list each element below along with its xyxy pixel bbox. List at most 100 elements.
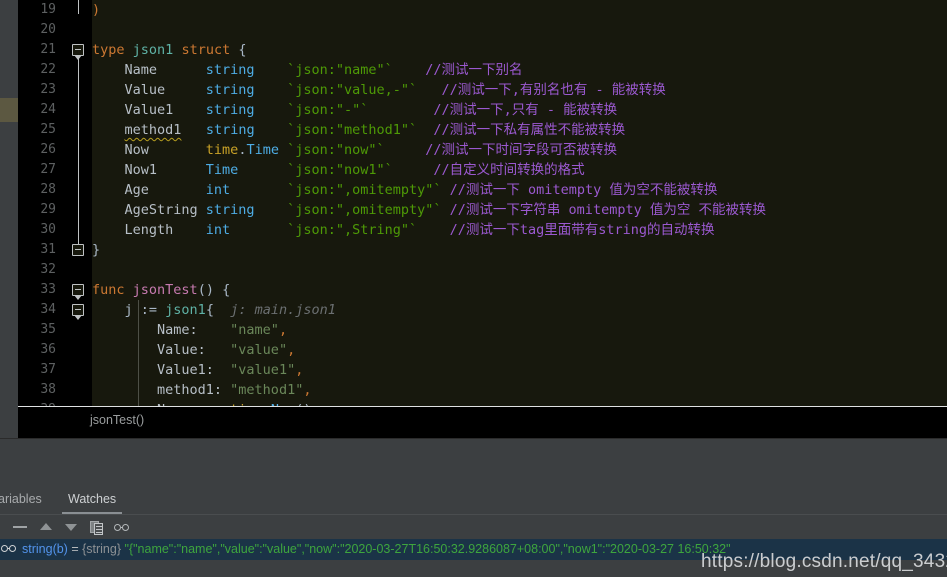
code-line[interactable]: func jsonTest() {	[92, 280, 947, 300]
debugger-tab-strip[interactable]: ariables Watches	[0, 488, 947, 514]
code-token: time	[205, 142, 239, 158]
code-token: string	[205, 202, 255, 218]
watch-name: string(b)	[22, 542, 68, 556]
code-line[interactable]: type json1 struct {	[92, 40, 947, 60]
code-token: Name	[92, 62, 206, 78]
line-number-label: 32	[40, 262, 56, 277]
code-token: "value"	[230, 342, 288, 358]
remove-watch-button[interactable]	[10, 517, 30, 537]
line-number: 28	[18, 180, 64, 200]
code-token: () {	[197, 282, 231, 298]
editor-marker-bar[interactable]	[0, 0, 18, 407]
code-line[interactable]: method1: "method1",	[92, 380, 947, 400]
code-line[interactable]: Now1 Time `json:"now1"` //自定义时间转换的格式	[92, 160, 947, 180]
code-token: json1	[165, 302, 206, 318]
duplicate-watch-button[interactable]	[87, 517, 107, 537]
tab-variables[interactable]: ariables	[0, 488, 48, 514]
code-token: ,	[278, 322, 288, 338]
code-token: struct	[181, 42, 231, 58]
code-token: string	[205, 82, 255, 98]
code-line[interactable]: }	[92, 240, 947, 260]
code-token: //测试一下字符串 omitempty 值为空 不能被转换	[449, 202, 766, 218]
code-token: //测试一下tag里面带有string的自动转换	[449, 222, 715, 238]
line-number-label: 31	[40, 242, 56, 257]
line-number-label: 28	[40, 182, 56, 197]
line-number: 36	[18, 340, 64, 360]
code-token: AgeString	[92, 202, 206, 218]
code-line[interactable]: Name: "name",	[92, 320, 947, 340]
code-line[interactable]: AgeString string `json:",omitempty"` //测…	[92, 200, 947, 220]
line-number-label: 33	[40, 282, 56, 297]
code-token: //测试一下时间字段可否被转换	[425, 142, 618, 158]
line-number-label: 35	[40, 322, 56, 337]
line-number: 33	[18, 280, 64, 300]
glasses-icon	[1, 545, 18, 553]
fold-toggle-icon[interactable]	[72, 244, 84, 256]
move-down-button[interactable]	[61, 517, 81, 537]
code-token: `json:",omitempty"`	[287, 202, 442, 218]
watch-equals: =	[67, 542, 83, 556]
fold-arrow-icon	[74, 295, 82, 300]
line-number: 19	[18, 0, 64, 20]
code-line[interactable]: )	[92, 0, 947, 20]
code-token: `json:"now"`	[287, 142, 385, 158]
fold-cell	[64, 320, 92, 340]
code-token: Now1	[92, 162, 206, 178]
code-editor[interactable]: 19 20 21 22 23 24 25 26 27 28 29 30 31 32 33 34 35 36 37 38…	[0, 0, 947, 407]
fold-cell	[64, 360, 92, 380]
panel-top-divider	[0, 438, 947, 439]
line-number: 26	[18, 140, 64, 160]
line-number-label: 23	[40, 82, 56, 97]
code-line[interactable]: Value: "value",	[92, 340, 947, 360]
code-line[interactable]: Length int `json:",String"` //测试一下tag里面带…	[92, 220, 947, 240]
code-line[interactable]: method1 string `json:"method1"` //测试一下私有…	[92, 120, 947, 140]
code-line[interactable]: Value1: "value1",	[92, 360, 947, 380]
code-token: //测试一下,只有 - 能被转换	[433, 102, 618, 118]
code-token: "method1"	[230, 382, 304, 398]
ide-window: 19 20 21 22 23 24 25 26 27 28 29 30 31 32 33 34 35 36 37 38…	[0, 0, 947, 577]
line-number: 23	[18, 80, 64, 100]
code-token: `json:",omitempty"`	[287, 182, 442, 198]
tab-watches[interactable]: Watches	[62, 488, 123, 514]
code-line[interactable]	[92, 260, 947, 280]
line-number-label: 37	[40, 362, 56, 377]
add-watch-button[interactable]	[112, 517, 132, 537]
code-token: //测试一下,有别名也有 - 能被转换	[441, 82, 666, 98]
breadcrumb-jsontest[interactable]: jsonTest()	[90, 413, 144, 427]
code-line[interactable]: Name string `json:"name"` //测试一下别名	[92, 60, 947, 80]
code-line[interactable]: Now time.Time `json:"now"` //测试一下时间字段可否被…	[92, 140, 947, 160]
line-number-label: 21	[40, 42, 56, 57]
watches-toolbar[interactable]	[0, 515, 947, 539]
code-line[interactable]: j := json1{ j: main.json1	[92, 300, 947, 320]
code-token: `json:"-"`	[287, 102, 369, 118]
code-line[interactable]	[92, 20, 947, 40]
line-number-label: 19	[40, 2, 56, 17]
code-token: Time	[246, 142, 279, 158]
code-line[interactable]: Age int `json:",omitempty"` //测试一下 omite…	[92, 180, 947, 200]
fold-cell	[64, 260, 92, 280]
fold-region-line	[77, 56, 79, 248]
code-token: Name:	[92, 322, 231, 338]
watches-empty-area	[0, 459, 947, 476]
line-number: 27	[18, 160, 64, 180]
fold-cell	[64, 380, 92, 400]
move-up-button[interactable]	[36, 517, 56, 537]
code-folding-column[interactable]	[64, 0, 92, 407]
code-token: Value1:	[92, 362, 231, 378]
code-text-area[interactable]: ) type json1 struct { Name string `json:"…	[92, 0, 947, 407]
code-line[interactable]: Value string `json:"value,-"` //测试一下,有别名…	[92, 80, 947, 100]
line-number-label: 22	[40, 62, 56, 77]
code-line[interactable]: Value1 string `json:"-"` //测试一下,只有 - 能被转…	[92, 100, 947, 120]
code-token: string	[205, 122, 255, 138]
line-number-gutter[interactable]: 19 20 21 22 23 24 25 26 27 28 29 30 31 32 33 34 35 36 37 38…	[18, 0, 64, 407]
